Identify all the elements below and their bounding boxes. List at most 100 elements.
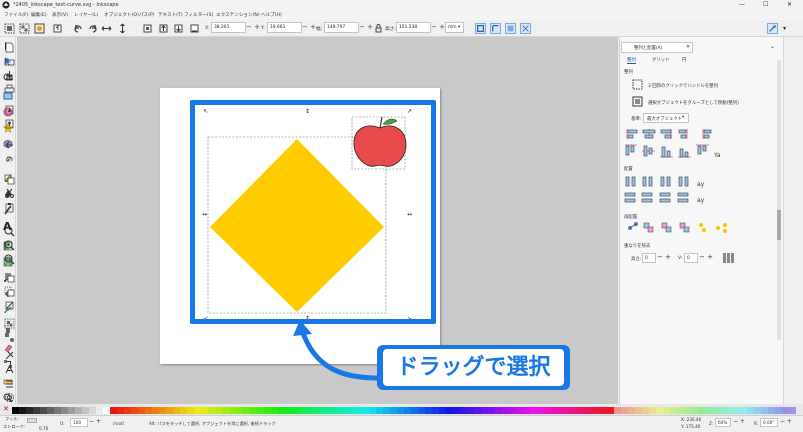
subtab-align[interactable]: 整列 [627,57,636,64]
palette-swatch[interactable] [649,407,656,414]
export-icon[interactable] [4,118,15,129]
palette-swatch[interactable] [222,407,229,414]
align-left-anchor-icon[interactable] [702,129,712,139]
palette-swatch[interactable] [229,407,236,414]
palette-swatch[interactable] [19,407,26,414]
palette-swatch[interactable] [565,407,572,414]
xml-editor-icon[interactable] [4,378,15,389]
palette-swatch[interactable] [40,407,47,414]
subtab-grid[interactable]: グリッド [652,57,670,63]
palette-swatch[interactable] [376,407,383,414]
palette-swatch[interactable] [439,407,446,414]
zoom-stepper[interactable]: − + [733,418,745,425]
palette-swatch[interactable] [761,407,768,414]
palette-swatch[interactable] [215,407,222,414]
overlap-v-stepper[interactable]: − + [699,253,713,261]
palette-swatch[interactable] [369,407,376,414]
palette-swatch[interactable] [264,407,271,414]
align-baseline-icon[interactable]: Ya [713,152,721,159]
palette-swatch[interactable] [334,407,341,414]
zoom-field[interactable]: 60% [715,418,731,427]
align-top-anchor-icon[interactable] [696,144,709,155]
no-paint-swatch[interactable]: ✕ [3,405,9,413]
palette-swatch[interactable] [243,407,250,414]
palette-swatch[interactable] [586,407,593,414]
palette-swatch[interactable] [425,407,432,414]
palette-swatch[interactable] [775,407,782,414]
palette-swatch[interactable] [418,407,425,414]
open-file-icon[interactable] [4,56,15,67]
dock-scrollbar[interactable] [777,60,781,340]
dock-tab-close-icon[interactable]: ✕ [686,44,690,50]
palette-swatch[interactable] [12,407,19,414]
exchange-z-order-icon[interactable] [661,222,672,233]
palette-swatch[interactable] [782,407,789,414]
palette-swatch[interactable] [173,407,180,414]
palette-swatch[interactable] [747,407,754,414]
dock-menu-icon[interactable]: ⌄ [770,43,775,50]
palette-swatch[interactable] [33,407,40,414]
palette-swatch[interactable] [453,407,460,414]
duplicate-icon[interactable] [4,272,15,283]
palette-swatch[interactable] [110,407,117,414]
relative-to-select[interactable]: 最大オブジェクト ▾ [643,113,689,123]
palette-swatch[interactable] [726,407,733,414]
group-icon[interactable] [4,318,15,329]
palette-swatch[interactable] [432,407,439,414]
paste-icon[interactable] [4,202,15,213]
palette-swatch[interactable] [285,407,292,414]
palette-swatch[interactable] [383,407,390,414]
palette-swatch[interactable] [593,407,600,414]
dock-scroll-thumb[interactable] [777,210,781,240]
palette-swatch[interactable] [306,407,313,414]
distribute-gap-h-icon[interactable] [678,176,689,187]
palette-swatch[interactable] [390,407,397,414]
distribute-center-h-icon[interactable] [642,176,653,187]
palette-swatch[interactable] [124,407,131,414]
undo-icon[interactable] [4,140,15,151]
palette-swatch[interactable] [600,407,607,414]
palette-swatch[interactable] [152,407,159,414]
unclump-icon[interactable] [716,223,727,233]
palette-swatch[interactable] [523,407,530,414]
palette-swatch[interactable] [348,407,355,414]
overlap-h-stepper[interactable]: − + [657,253,671,261]
opacity-field[interactable]: 100 [70,418,88,427]
palette-swatch[interactable] [551,407,558,414]
text-font-icon[interactable] [4,364,15,375]
palette-swatch[interactable] [495,407,502,414]
palette-swatch[interactable] [628,407,635,414]
rotate-field[interactable]: 0.00° [760,418,778,427]
palette-swatch[interactable] [684,407,691,414]
fill-indicator[interactable] [27,418,37,423]
palette-swatch[interactable] [544,407,551,414]
align-right-anchor-icon[interactable] [678,129,688,139]
zoom-selection-icon[interactable] [4,226,15,237]
overlap-h-field[interactable]: 0 [642,253,656,263]
palette-swatch[interactable] [558,407,565,414]
palette-swatch[interactable] [705,407,712,414]
palette-swatch[interactable] [180,407,187,414]
palette-swatch[interactable] [404,407,411,414]
palette-swatch[interactable] [201,407,208,414]
palette-swatch[interactable] [719,407,726,414]
palette-swatch[interactable] [75,407,82,414]
distribute-top-icon[interactable] [624,192,636,203]
import-icon[interactable] [4,104,15,115]
align-center-h-icon[interactable] [642,129,656,139]
palette-swatch[interactable] [68,407,75,414]
move-group-icon[interactable] [631,96,644,107]
exchange-clockwise-icon[interactable] [679,222,690,233]
copy-icon[interactable] [4,174,15,185]
distribute-baseline-v-icon[interactable]: ay [697,197,705,204]
palette-swatch[interactable] [698,407,705,414]
palette-swatch[interactable] [488,407,495,414]
palette-swatch[interactable] [145,407,152,414]
palette-swatch[interactable] [733,407,740,414]
clone-icon[interactable] [4,286,15,297]
palette-swatch[interactable] [509,407,516,414]
palette-swatch[interactable] [208,407,215,414]
palette-swatch[interactable] [635,407,642,414]
palette-swatch[interactable] [754,407,761,414]
fill-stroke-icon[interactable] [4,350,15,361]
